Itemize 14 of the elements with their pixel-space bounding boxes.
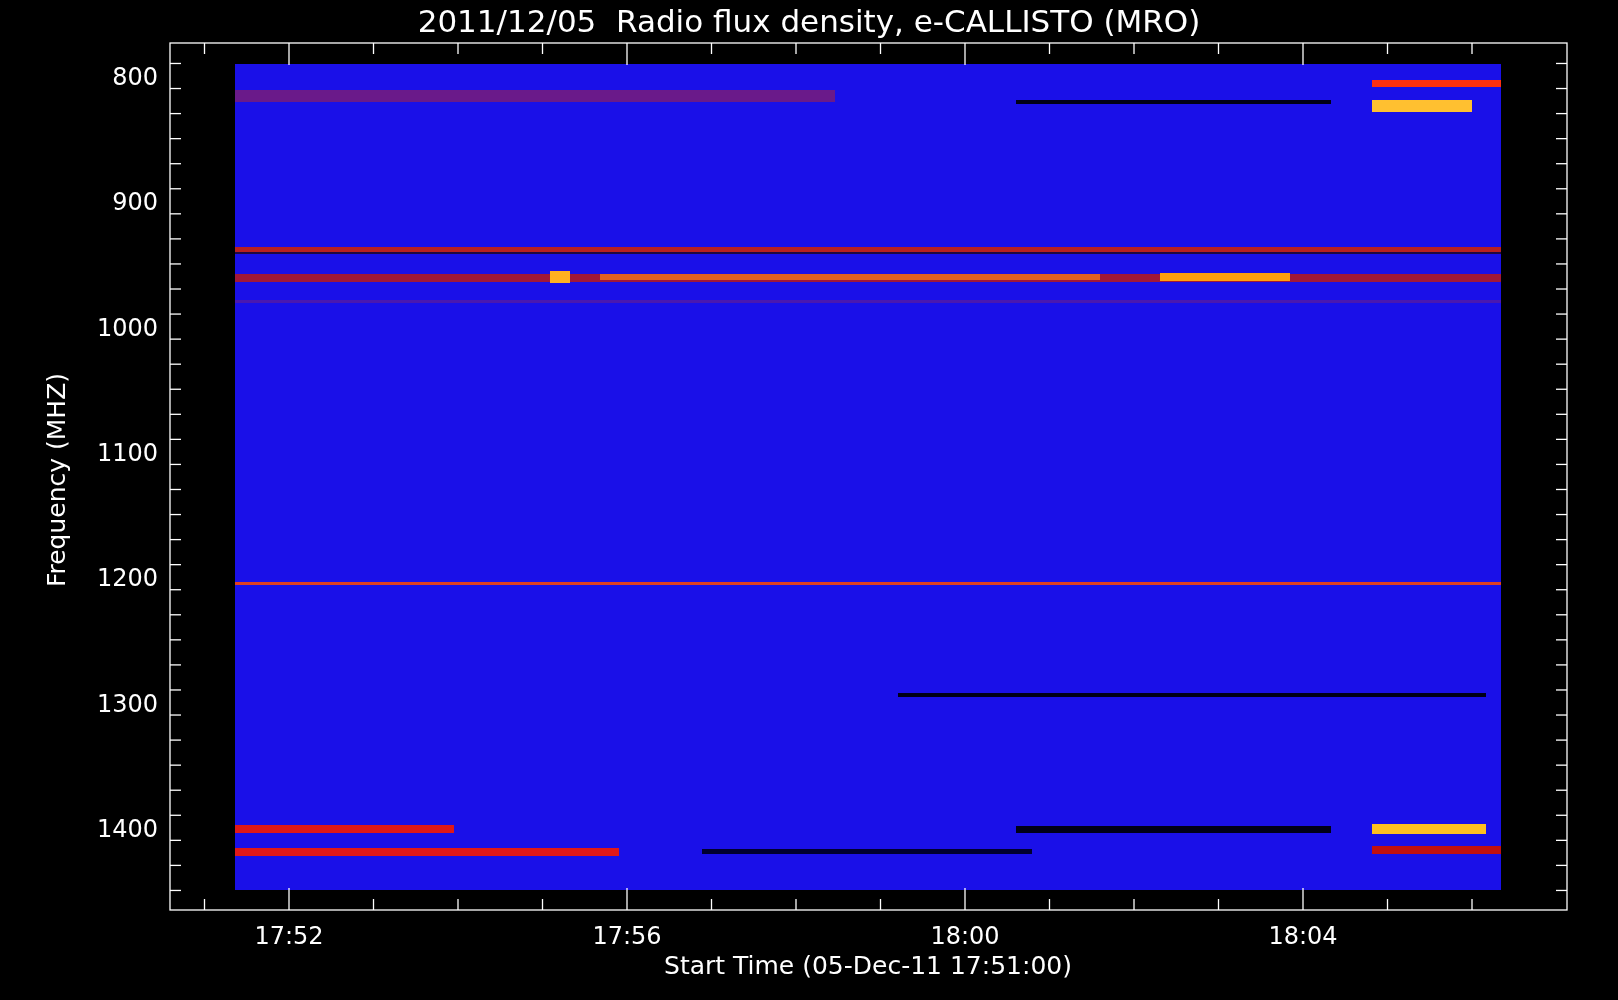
axis-tick-label: 18:04 — [1268, 922, 1338, 950]
chart-title: 2011/12/05 Radio flux density, e-CALLISTO (MRO) — [417, 3, 1201, 39]
axis-tick-label: 800 — [112, 63, 158, 91]
axis-tick-label: 1300 — [96, 689, 158, 718]
axis-tick-label: 17:52 — [254, 922, 324, 950]
axis-tick-label: 17:56 — [592, 922, 662, 950]
axis-tick-label: 1000 — [96, 313, 158, 342]
axis-tick-label: 1200 — [96, 564, 158, 593]
axis-tick-label: 1400 — [96, 814, 158, 843]
axis-tick-label: 18:00 — [930, 922, 1000, 950]
axis-title: Frequency (MHZ) — [42, 372, 71, 588]
axis-tick-label: 1100 — [96, 438, 158, 467]
axis-tick-label: 900 — [112, 188, 158, 217]
axis-title: Start Time (05-Dec-11 17:51:00) — [664, 951, 1072, 980]
